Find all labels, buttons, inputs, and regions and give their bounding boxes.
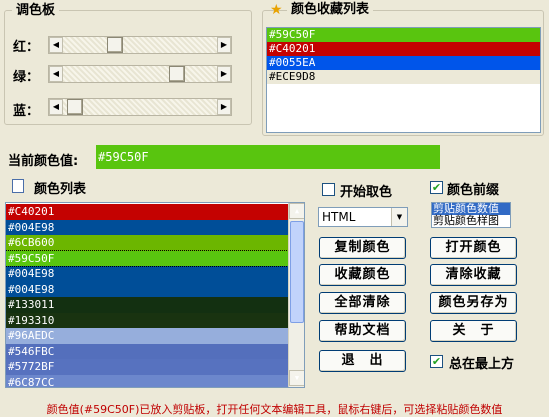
current-color-swatch: #59C50F	[96, 145, 440, 169]
color-list-item[interactable]: #6CB600	[6, 235, 288, 251]
color-listbox[interactable]: #C40201 #004E98 #6CB600 #59C50F #004E98 #004E…	[5, 202, 305, 388]
blue-slider[interactable]: ◀ ▶	[48, 98, 232, 116]
start-pick-label[interactable]: 开始取色	[340, 181, 392, 200]
format-select[interactable]: HTML ▼	[318, 207, 408, 227]
about-button[interactable]: 关 于	[430, 320, 517, 342]
red-right-arrow-icon[interactable]: ▶	[217, 37, 231, 53]
palette-title: 调色板	[12, 3, 60, 19]
favorite-item[interactable]: #ECE9D8	[267, 70, 540, 84]
red-slider[interactable]: ◀ ▶	[48, 36, 232, 54]
document-icon	[12, 179, 24, 193]
color-list-item[interactable]: #C40201	[6, 204, 288, 220]
chevron-down-icon[interactable]: ▼	[391, 208, 407, 226]
status-message: 颜色值(#59C50F)已放入剪贴板，打开任何文本编辑工具，鼠标右键后，可选择粘…	[46, 403, 503, 416]
color-list-item[interactable]: #004E98	[6, 281, 288, 297]
color-list-item[interactable]: #59C50F	[6, 249, 289, 267]
green-slider[interactable]: ◀ ▶	[48, 65, 232, 83]
save-as-button[interactable]: 颜色另存为	[430, 292, 517, 314]
format-select-value: HTML	[322, 210, 356, 224]
green-left-arrow-icon[interactable]: ◀	[49, 66, 63, 82]
favorite-item[interactable]: #C40201	[267, 42, 540, 56]
color-list-item[interactable]: #96AEDC	[6, 328, 288, 344]
blue-right-arrow-icon[interactable]: ▶	[217, 99, 231, 115]
color-list-item[interactable]: #004E98	[6, 219, 288, 235]
red-slider-thumb[interactable]	[107, 37, 124, 53]
clip-mode-listbox[interactable]: 剪贴颜色数值 剪贴颜色样图	[431, 202, 511, 228]
clear-all-button[interactable]: 全部清除	[319, 292, 406, 314]
color-list-item[interactable]: #193310	[6, 312, 288, 328]
red-left-arrow-icon[interactable]: ◀	[49, 37, 63, 53]
color-list-scrollbar[interactable]: ▲ ▼	[288, 203, 304, 387]
favorite-item[interactable]: #0055EA	[267, 56, 540, 70]
prefix-checkbox[interactable]: ✔	[430, 181, 443, 194]
clear-collect-button[interactable]: 清除收藏	[430, 264, 517, 286]
green-slider-thumb[interactable]	[169, 66, 186, 82]
color-list-item[interactable]: #546FBC	[6, 343, 288, 359]
scroll-thumb[interactable]	[290, 221, 304, 323]
favorite-item[interactable]: #59C50F	[267, 28, 540, 42]
color-list-item[interactable]: #5772BF	[6, 359, 288, 375]
exit-button[interactable]: 退 出	[319, 350, 406, 372]
scroll-down-icon[interactable]: ▼	[289, 370, 304, 386]
blue-label: 蓝：	[13, 104, 40, 119]
color-list-item[interactable]: #6C87CC	[6, 374, 288, 387]
scroll-up-icon[interactable]: ▲	[289, 203, 304, 219]
favorites-listbox[interactable]: #59C50F #C40201 #0055EA #ECE9D8	[266, 27, 541, 133]
red-label: 红：	[13, 40, 40, 55]
blue-slider-thumb[interactable]	[67, 99, 84, 115]
copy-color-button[interactable]: 复制颜色	[319, 237, 406, 259]
color-list-item[interactable]: #133011	[6, 297, 288, 313]
color-list-item[interactable]: #004E98	[6, 266, 288, 282]
help-button[interactable]: 帮助文档	[319, 320, 406, 342]
color-list-title: 颜色列表	[34, 182, 87, 197]
green-label: 绿：	[13, 70, 40, 85]
green-right-arrow-icon[interactable]: ▶	[217, 66, 231, 82]
prefix-label[interactable]: 颜色前缀	[447, 179, 499, 198]
clip-option-sample[interactable]: 剪贴颜色样图	[432, 215, 510, 227]
favorites-title: 颜色收藏列表	[287, 2, 374, 18]
blue-left-arrow-icon[interactable]: ◀	[49, 99, 63, 115]
start-pick-checkbox[interactable]	[322, 183, 335, 196]
current-color-label: 当前颜色值:	[8, 154, 79, 169]
star-icon: ★	[270, 2, 283, 18]
always-on-top-checkbox[interactable]: ✔	[430, 355, 443, 368]
open-color-button[interactable]: 打开颜色	[430, 237, 517, 259]
collect-color-button[interactable]: 收藏颜色	[319, 264, 406, 286]
always-on-top-label[interactable]: 总在最上方	[449, 353, 514, 372]
